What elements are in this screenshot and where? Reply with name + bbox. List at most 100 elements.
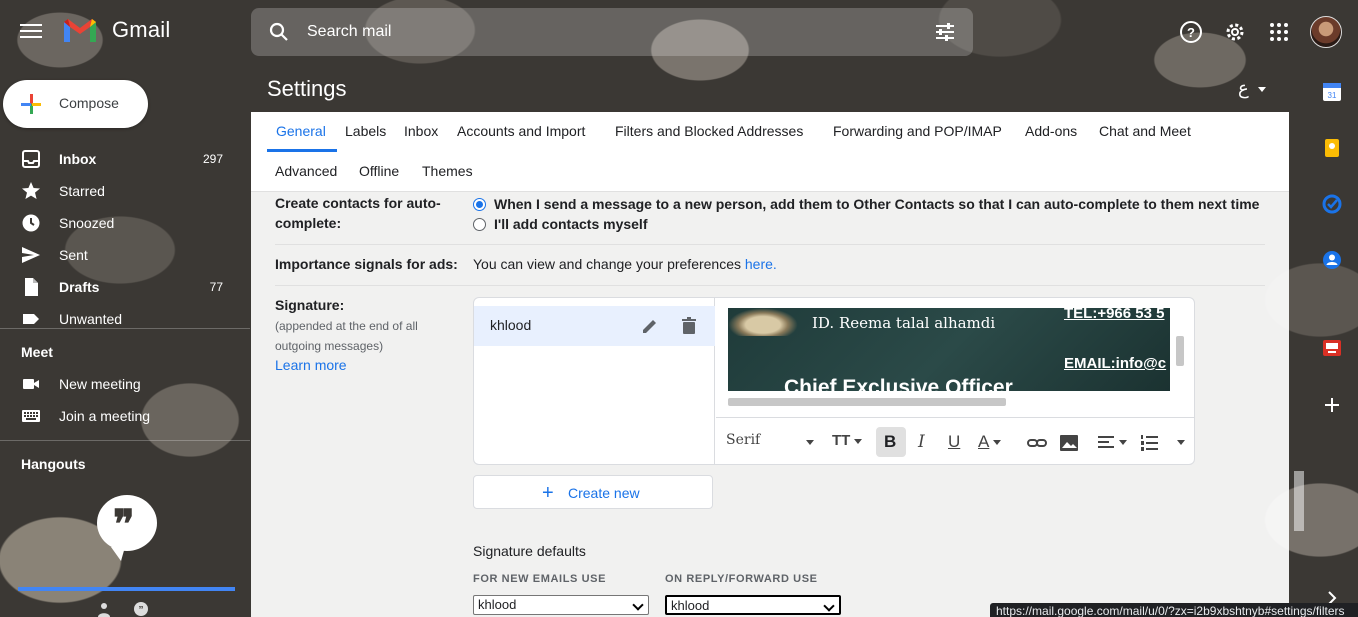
hangouts-quote-icon[interactable]: ”	[133, 601, 149, 617]
label-tag-icon	[23, 314, 39, 324]
keyboard-icon	[22, 410, 40, 422]
font-size-icon[interactable]: TT	[832, 432, 863, 454]
bold-icon[interactable]: B	[884, 432, 896, 454]
create-new-signature-button[interactable]: + Create new	[473, 475, 713, 509]
search-icon[interactable]	[267, 20, 291, 44]
nav-divider	[0, 440, 250, 441]
row-separator	[275, 285, 1265, 286]
tab-addons[interactable]: Add-ons	[1025, 123, 1077, 139]
signature-tel-line: TEL:+966 53 5	[1064, 308, 1165, 322]
tab-forwarding[interactable]: Forwarding and POP/IMAP	[833, 123, 1002, 139]
chevron-down-icon[interactable]	[1119, 440, 1127, 445]
nav-label: Unwanted	[59, 311, 123, 327]
signature-email-line: EMAIL:info@c	[1064, 355, 1167, 372]
tab-general[interactable]: General	[276, 123, 326, 139]
help-icon[interactable]: ?	[1179, 20, 1203, 44]
option-label: When I send a message to a new person, a…	[494, 196, 1260, 212]
signature-defaults-heading: Signature defaults	[473, 543, 586, 559]
signature-list-item[interactable]: khlood	[474, 306, 715, 346]
signature-note: (appended at the end of all outgoing mes…	[275, 319, 418, 353]
contacts-person-icon[interactable]	[96, 601, 112, 617]
chevron-down-icon	[823, 600, 835, 612]
videocam-icon	[23, 379, 39, 389]
reply-forward-signature-select[interactable]: khlood	[665, 595, 841, 615]
horizontal-scrollbar[interactable]	[728, 398, 1006, 406]
nav-item-drafts[interactable]: Drafts 77	[0, 271, 240, 303]
app-title: Gmail	[112, 17, 171, 42]
search-input[interactable]: Search mail	[307, 23, 391, 41]
keep-icon[interactable]	[1322, 138, 1342, 158]
underline-icon[interactable]: U	[948, 432, 960, 454]
signature-editor-box: khlood ID. Reema talal alhamdi TEL:+966 …	[473, 297, 1195, 465]
tab-advanced[interactable]: Advanced	[275, 163, 337, 179]
account-avatar[interactable]	[1310, 16, 1342, 48]
signature-label: Signature:	[275, 297, 345, 313]
nav-item-unwanted[interactable]: Unwanted	[0, 303, 240, 335]
edit-pencil-icon[interactable]	[640, 316, 660, 336]
signature-image: ID. Reema talal alhamdi TEL:+966 53 5 EM…	[728, 308, 1170, 391]
svg-text:31: 31	[1328, 91, 1337, 100]
tab-offline[interactable]: Offline	[359, 163, 399, 179]
inbox-icon	[22, 150, 40, 168]
delete-trash-icon[interactable]	[679, 316, 699, 336]
draft-file-icon	[25, 278, 38, 296]
input-language-button[interactable]: ع	[1238, 78, 1266, 99]
send-icon	[22, 247, 40, 263]
new-emails-signature-select[interactable]: khlood	[473, 595, 649, 615]
contacts-icon[interactable]	[1322, 250, 1342, 270]
compose-button[interactable]: Compose	[3, 80, 148, 128]
autocomplete-option-auto[interactable]: When I send a message to a new person, a…	[473, 196, 1259, 212]
nav-item-new-meeting[interactable]: New meeting	[0, 368, 240, 400]
compose-plus-icon	[21, 94, 41, 114]
autocomplete-option-manual[interactable]: I'll add contacts myself	[473, 216, 648, 232]
meet-heading: Meet	[21, 344, 53, 360]
font-family-select[interactable]: Serif	[726, 432, 760, 454]
insert-image-icon[interactable]	[1058, 432, 1080, 454]
calendar-icon[interactable]: 31	[1322, 82, 1342, 102]
draft-count: 77	[209, 280, 223, 294]
tab-chat-meet[interactable]: Chat and Meet	[1099, 123, 1191, 139]
numbered-list-icon[interactable]	[1138, 432, 1160, 454]
tasks-icon[interactable]	[1322, 194, 1342, 214]
more-options-icon[interactable]	[1177, 440, 1185, 445]
nav-item-sent[interactable]: Sent	[0, 239, 240, 271]
star-icon	[22, 182, 40, 199]
signature-content-editor[interactable]: ID. Reema talal alhamdi TEL:+966 53 5 EM…	[716, 298, 1194, 464]
input-language-label: ع	[1238, 78, 1249, 98]
gmail-logo[interactable]: Gmail	[62, 16, 170, 44]
learn-more-link[interactable]: Learn more	[275, 357, 347, 373]
tab-filters[interactable]: Filters and Blocked Addresses	[615, 123, 803, 139]
vertical-scrollbar[interactable]	[1176, 336, 1184, 366]
nav-divider	[0, 328, 250, 329]
radio-selected[interactable]	[473, 197, 486, 211]
ads-preferences-link[interactable]: here.	[745, 256, 777, 272]
italic-icon[interactable]: I	[918, 432, 925, 454]
text-color-icon[interactable]: A	[978, 432, 1002, 454]
tab-inbox[interactable]: Inbox	[404, 123, 438, 139]
tab-labels[interactable]: Labels	[345, 123, 386, 139]
align-icon[interactable]	[1096, 432, 1118, 454]
radio-unselected[interactable]	[473, 217, 486, 231]
select-value: khlood	[478, 597, 517, 612]
nav-item-join-meeting[interactable]: Join a meeting	[0, 400, 240, 432]
signature-name: khlood	[490, 317, 532, 333]
addon-app-icon[interactable]	[1322, 338, 1342, 358]
nav-item-inbox[interactable]: Inbox 297	[0, 143, 240, 175]
search-options-icon[interactable]	[933, 20, 957, 44]
settings-gear-icon[interactable]	[1223, 20, 1247, 44]
main-menu-icon[interactable]	[18, 20, 44, 44]
nav-item-snoozed[interactable]: Snoozed	[0, 207, 240, 239]
search-bar[interactable]: Search mail	[251, 8, 973, 56]
signature-id-line: ID. Reema talal alhamdi	[812, 314, 996, 332]
add-addon-plus-icon[interactable]	[1322, 395, 1342, 415]
nav-item-starred[interactable]: Starred	[0, 175, 240, 207]
tab-accounts-import[interactable]: Accounts and Import	[457, 123, 585, 139]
ads-label: Importance signals for ads:	[275, 256, 458, 272]
insert-link-icon[interactable]	[1026, 432, 1048, 454]
active-tab-indicator	[267, 149, 337, 152]
apps-grid-icon[interactable]	[1267, 20, 1291, 44]
chevron-down-icon[interactable]	[806, 440, 814, 445]
ads-text: You can view and change your preferences	[473, 256, 741, 272]
side-panel-rail: 31	[1303, 64, 1358, 617]
tab-themes[interactable]: Themes	[422, 163, 473, 179]
